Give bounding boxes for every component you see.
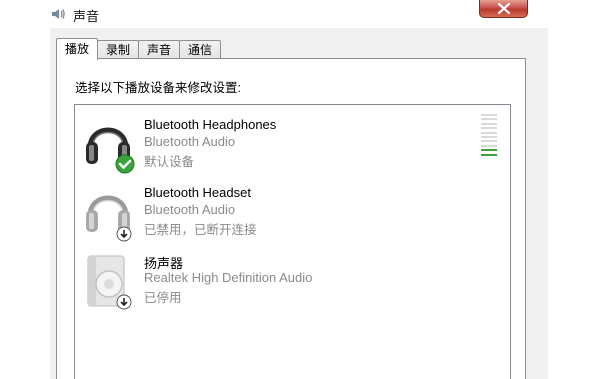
- device-name: Bluetooth Headphones: [144, 117, 277, 132]
- meter-segment: [481, 149, 497, 152]
- meter-segment: [481, 118, 497, 121]
- instruction-text: 选择以下播放设备来修改设置:: [75, 81, 241, 95]
- tab-playback[interactable]: 播放: [56, 38, 99, 60]
- meter-segment: [481, 153, 497, 156]
- device-driver: Bluetooth Audio: [144, 202, 236, 217]
- meter-segment: [481, 144, 497, 147]
- window-title: 声音: [73, 9, 100, 24]
- device-driver: Bluetooth Audio: [144, 134, 236, 149]
- meter-segment: [481, 127, 497, 130]
- list-item[interactable]: 扬声器 Realtek High Definition Audio 已停用: [76, 250, 506, 316]
- meter-segment: [481, 140, 497, 143]
- down-arrow-icon: [116, 226, 132, 245]
- default-check-icon: [115, 154, 135, 177]
- speaker-app-icon: [50, 6, 66, 22]
- tab-recording[interactable]: 录制: [97, 40, 140, 60]
- meter-segment: [481, 114, 497, 116]
- device-name: Bluetooth Headset: [144, 185, 251, 200]
- close-icon: [497, 3, 511, 14]
- list-item[interactable]: Bluetooth Headphones Bluetooth Audio 默认设…: [76, 114, 506, 180]
- volume-level-meter: [481, 114, 497, 160]
- device-driver: Realtek High Definition Audio: [144, 270, 313, 285]
- meter-segment: [481, 131, 497, 134]
- down-arrow-icon: [116, 294, 132, 313]
- list-item[interactable]: Bluetooth Headset Bluetooth Audio 已禁用，已断…: [76, 182, 506, 248]
- title-bar: 声音: [0, 0, 600, 28]
- tab-strip: 播放 录制 声音 通信: [56, 38, 222, 60]
- device-status: 默认设备: [144, 155, 195, 169]
- meter-segment: [481, 136, 497, 138]
- close-button[interactable]: [479, 0, 528, 18]
- device-status: 已禁用，已断开连接: [144, 223, 257, 237]
- meter-segment: [481, 122, 497, 125]
- device-status: 已停用: [144, 291, 182, 305]
- tab-communications[interactable]: 通信: [179, 40, 222, 60]
- tab-sounds[interactable]: 声音: [138, 40, 181, 60]
